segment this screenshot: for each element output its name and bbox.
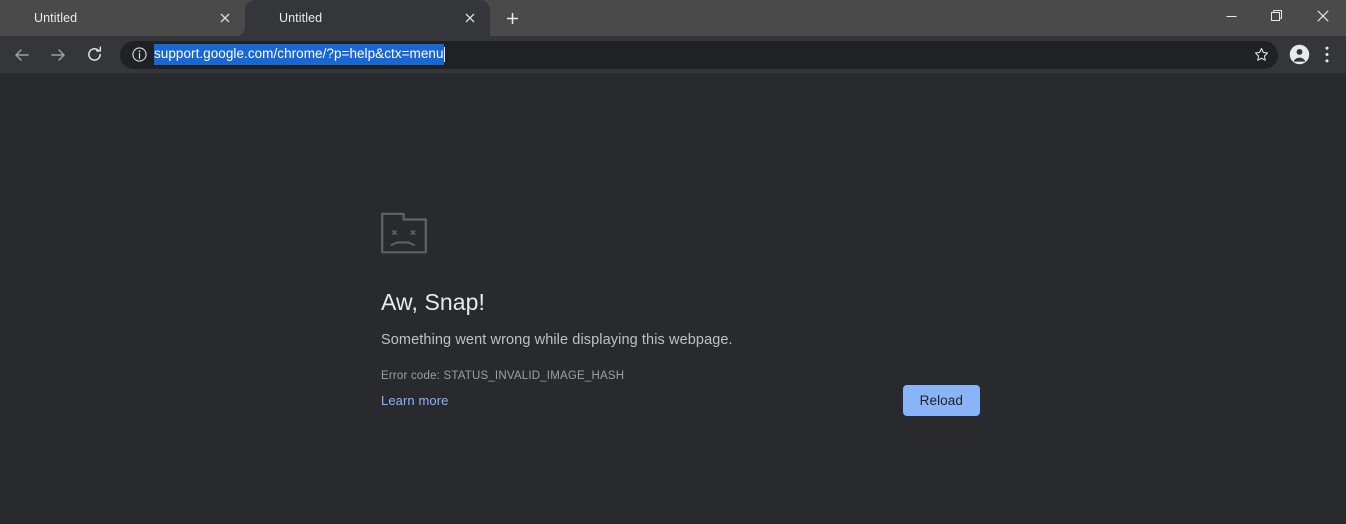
- close-icon: [1317, 10, 1329, 22]
- back-button[interactable]: [6, 39, 38, 71]
- account-circle-icon: [1289, 44, 1309, 65]
- forward-button[interactable]: [42, 39, 74, 71]
- reload-page-button[interactable]: Reload: [902, 385, 980, 416]
- arrow-right-icon: [51, 48, 65, 61]
- reload-button[interactable]: [78, 39, 110, 71]
- sad-page-icon: [381, 212, 981, 259]
- window-minimize-button[interactable]: [1208, 0, 1254, 32]
- new-tab-button[interactable]: [498, 4, 526, 32]
- arrow-left-icon: [15, 48, 29, 61]
- profile-avatar[interactable]: [1284, 40, 1314, 70]
- browser-toolbar: support.google.com/chrome/?p=help&ctx=me…: [0, 36, 1346, 74]
- text-caret: [443, 47, 445, 62]
- error-code: Error code: STATUS_INVALID_IMAGE_HASH: [381, 370, 625, 382]
- window-controls: [1208, 0, 1346, 32]
- browser-tab-1[interactable]: Untitled: [0, 0, 245, 36]
- bookmark-star-icon[interactable]: [1248, 42, 1274, 68]
- url-input[interactable]: support.google.com/chrome/?p=help&ctx=me…: [150, 41, 1248, 69]
- minimize-icon: [1226, 15, 1236, 17]
- browser-tab-2[interactable]: Untitled: [245, 0, 490, 36]
- window-close-button[interactable]: [1300, 0, 1346, 32]
- url-text: support.google.com/chrome/?p=help&ctx=me…: [154, 44, 444, 65]
- tab-close-icon[interactable]: [460, 8, 480, 28]
- tab-list: Untitled Untitled: [0, 0, 526, 36]
- tab-title: Untitled: [34, 11, 78, 25]
- error-block: Aw, Snap! Something went wrong while dis…: [381, 212, 981, 382]
- chrome-menu-button[interactable]: [1314, 40, 1340, 70]
- window-maximize-button[interactable]: [1254, 0, 1300, 32]
- three-dots-vertical-icon: [1325, 46, 1329, 63]
- error-actions: Learn more Reload: [381, 385, 980, 416]
- page-title: Aw, Snap!: [381, 289, 486, 315]
- restore-icon: [1271, 10, 1282, 21]
- page-content: Aw, Snap! Something went wrong while dis…: [0, 74, 1346, 524]
- omnibox[interactable]: support.google.com/chrome/?p=help&ctx=me…: [120, 40, 1278, 69]
- tab-strip: Untitled Untitled: [0, 0, 1346, 36]
- tab-title: Untitled: [279, 11, 323, 25]
- info-circle-icon[interactable]: [128, 44, 150, 66]
- error-subtitle: Something went wrong while displaying th…: [381, 332, 733, 348]
- learn-more-link[interactable]: Learn more: [381, 393, 448, 408]
- tab-close-icon[interactable]: [215, 8, 235, 28]
- reload-icon: [87, 46, 101, 61]
- plus-icon: [506, 12, 518, 24]
